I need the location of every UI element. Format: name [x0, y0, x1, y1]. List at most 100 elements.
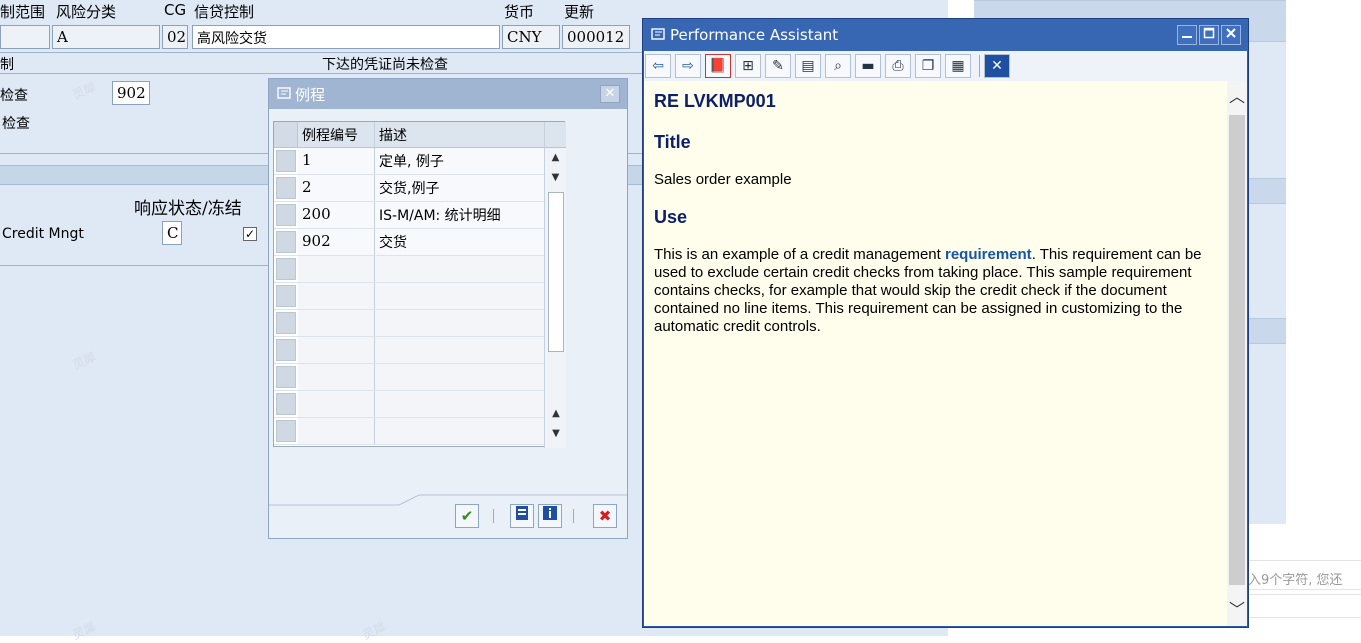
table-row-empty[interactable]	[274, 337, 564, 364]
table-row-empty[interactable]	[274, 310, 564, 337]
pa-titlebar[interactable]: Performance Assistant	[643, 19, 1248, 51]
list-button[interactable]	[510, 504, 534, 528]
confirm-button[interactable]: ✔	[455, 504, 479, 528]
copy-button[interactable]: ❐	[915, 54, 941, 78]
label-credit-control: 信贷控制	[194, 3, 255, 21]
table-config-corner[interactable]	[545, 122, 566, 148]
glossary-icon: ▤	[801, 58, 815, 74]
row-selector[interactable]	[276, 258, 296, 280]
maximize-button[interactable]	[1199, 25, 1219, 45]
search-button[interactable]: ⌕	[825, 54, 851, 78]
cell-desc: IS-M/AM: 统计明细	[375, 202, 564, 228]
scroll-up-arrow-icon[interactable]: ▲	[545, 148, 566, 168]
cell-number: 200	[298, 202, 375, 228]
label-currency: 货币	[504, 3, 535, 21]
cell-desc	[375, 391, 564, 417]
row-selector[interactable]	[276, 312, 296, 334]
scroll-down-arrow-icon[interactable]: ▼	[545, 424, 567, 444]
cell-desc	[375, 310, 564, 336]
close-help-button[interactable]: ✕	[984, 54, 1010, 78]
row-selector[interactable]	[276, 231, 296, 253]
pa-scrollbar[interactable]: ︿ ﹀	[1227, 81, 1247, 626]
credit-mngt-block-checkbox[interactable]: ✓	[243, 227, 257, 241]
label-cg: CG	[164, 1, 187, 19]
structure-button[interactable]: ⊞	[735, 54, 761, 78]
cell-number	[298, 391, 375, 417]
cell-desc	[375, 256, 564, 282]
technical-info-button[interactable]: 📕	[705, 54, 731, 78]
cg-field[interactable]: 02	[162, 25, 188, 49]
section-divider	[0, 265, 270, 266]
cell-number: 1	[298, 148, 375, 174]
table-header: 例程编号 描述	[274, 122, 564, 148]
scroll-down-arrow-icon[interactable]: ▼	[545, 168, 566, 188]
credit-mngt-label: Credit Mngt	[2, 226, 84, 242]
routine-dialog: 例程 ✕ 例程编号 描述 1 定单, 例子 2 交货,例子 200 IS-M/A…	[268, 78, 628, 539]
cell-number	[298, 418, 375, 444]
button-separator	[493, 509, 494, 523]
row-selector[interactable]	[276, 177, 296, 199]
forward-button[interactable]: ⇨	[675, 54, 701, 78]
table-row-empty[interactable]	[274, 418, 564, 445]
chevron-up-icon[interactable]: ︿	[1227, 81, 1247, 113]
table-row[interactable]: 2 交货,例子	[274, 175, 564, 202]
select-all-cell[interactable]	[274, 122, 298, 147]
table-row-empty[interactable]	[274, 283, 564, 310]
scroll-thumb[interactable]	[548, 192, 564, 352]
cell-desc	[375, 283, 564, 309]
scroll-up-arrow-icon[interactable]: ▲	[545, 404, 567, 424]
table-row[interactable]: 902 交货	[274, 229, 564, 256]
currency-field[interactable]: CNY	[502, 25, 560, 49]
table-row-empty[interactable]	[274, 391, 564, 418]
row-selector[interactable]	[276, 150, 296, 172]
notes-button[interactable]: ▦	[945, 54, 971, 78]
back-button[interactable]: ⇦	[645, 54, 671, 78]
area-range-field[interactable]	[0, 25, 50, 49]
row-selector[interactable]	[276, 393, 296, 415]
edit-button[interactable]: ✎	[765, 54, 791, 78]
table-row[interactable]: 200 IS-M/AM: 统计明细	[274, 202, 564, 229]
cancel-button[interactable]: ✖	[593, 504, 617, 528]
cell-desc	[375, 337, 564, 363]
print-button[interactable]: ⎙	[885, 54, 911, 78]
cell-desc: 定单, 例子	[375, 148, 564, 174]
col-header-number[interactable]: 例程编号	[298, 122, 375, 147]
cell-number: 2	[298, 175, 375, 201]
window-close-button[interactable]	[1221, 25, 1241, 45]
book-icon: 📕	[709, 58, 727, 74]
application-help-button[interactable]: ▬	[855, 54, 881, 78]
update-field[interactable]: 000012	[562, 25, 630, 49]
chevron-down-icon[interactable]: ﹀	[1227, 594, 1247, 626]
close-icon: ✕	[991, 58, 1003, 74]
table-row[interactable]: 1 定单, 例子	[274, 148, 564, 175]
row-selector[interactable]	[276, 204, 296, 226]
search-icon: ⌕	[834, 58, 842, 74]
section-right-label: 下达的凭证尚未检查	[322, 57, 448, 73]
printer-icon: ⎙	[892, 58, 904, 74]
row-selector[interactable]	[276, 339, 296, 361]
table-row-empty[interactable]	[274, 256, 564, 283]
info-button[interactable]	[538, 504, 562, 528]
risk-class-field[interactable]: A	[52, 25, 160, 49]
col-header-desc[interactable]: 描述	[375, 122, 564, 147]
row-selector[interactable]	[276, 366, 296, 388]
credit-mngt-status-field[interactable]: C	[162, 221, 182, 245]
credit-control-field[interactable]: 高风险交货	[192, 25, 500, 49]
table-scrollbar[interactable]: ▲ ▼ ▲ ▼	[544, 122, 566, 448]
pa-content: RE LVKMP001 Title Sales order example Us…	[644, 81, 1227, 626]
glossary-button[interactable]: ▤	[795, 54, 821, 78]
minimize-button[interactable]	[1177, 25, 1197, 45]
cell-desc	[375, 364, 564, 390]
row-selector[interactable]	[276, 420, 296, 442]
row-selector[interactable]	[276, 285, 296, 307]
dialog-close-button[interactable]: ✕	[600, 85, 620, 103]
pa-scroll-thumb[interactable]	[1229, 115, 1245, 585]
requirement-link[interactable]: requirement	[945, 246, 1032, 263]
list-icon	[516, 506, 528, 520]
table-row-empty[interactable]	[274, 364, 564, 391]
check-routine-field[interactable]: 902	[112, 81, 150, 105]
check2-label: 检查	[2, 116, 30, 132]
document-icon	[651, 26, 665, 44]
cell-desc: 交货	[375, 229, 564, 255]
dialog-titlebar[interactable]: 例程	[269, 79, 627, 109]
